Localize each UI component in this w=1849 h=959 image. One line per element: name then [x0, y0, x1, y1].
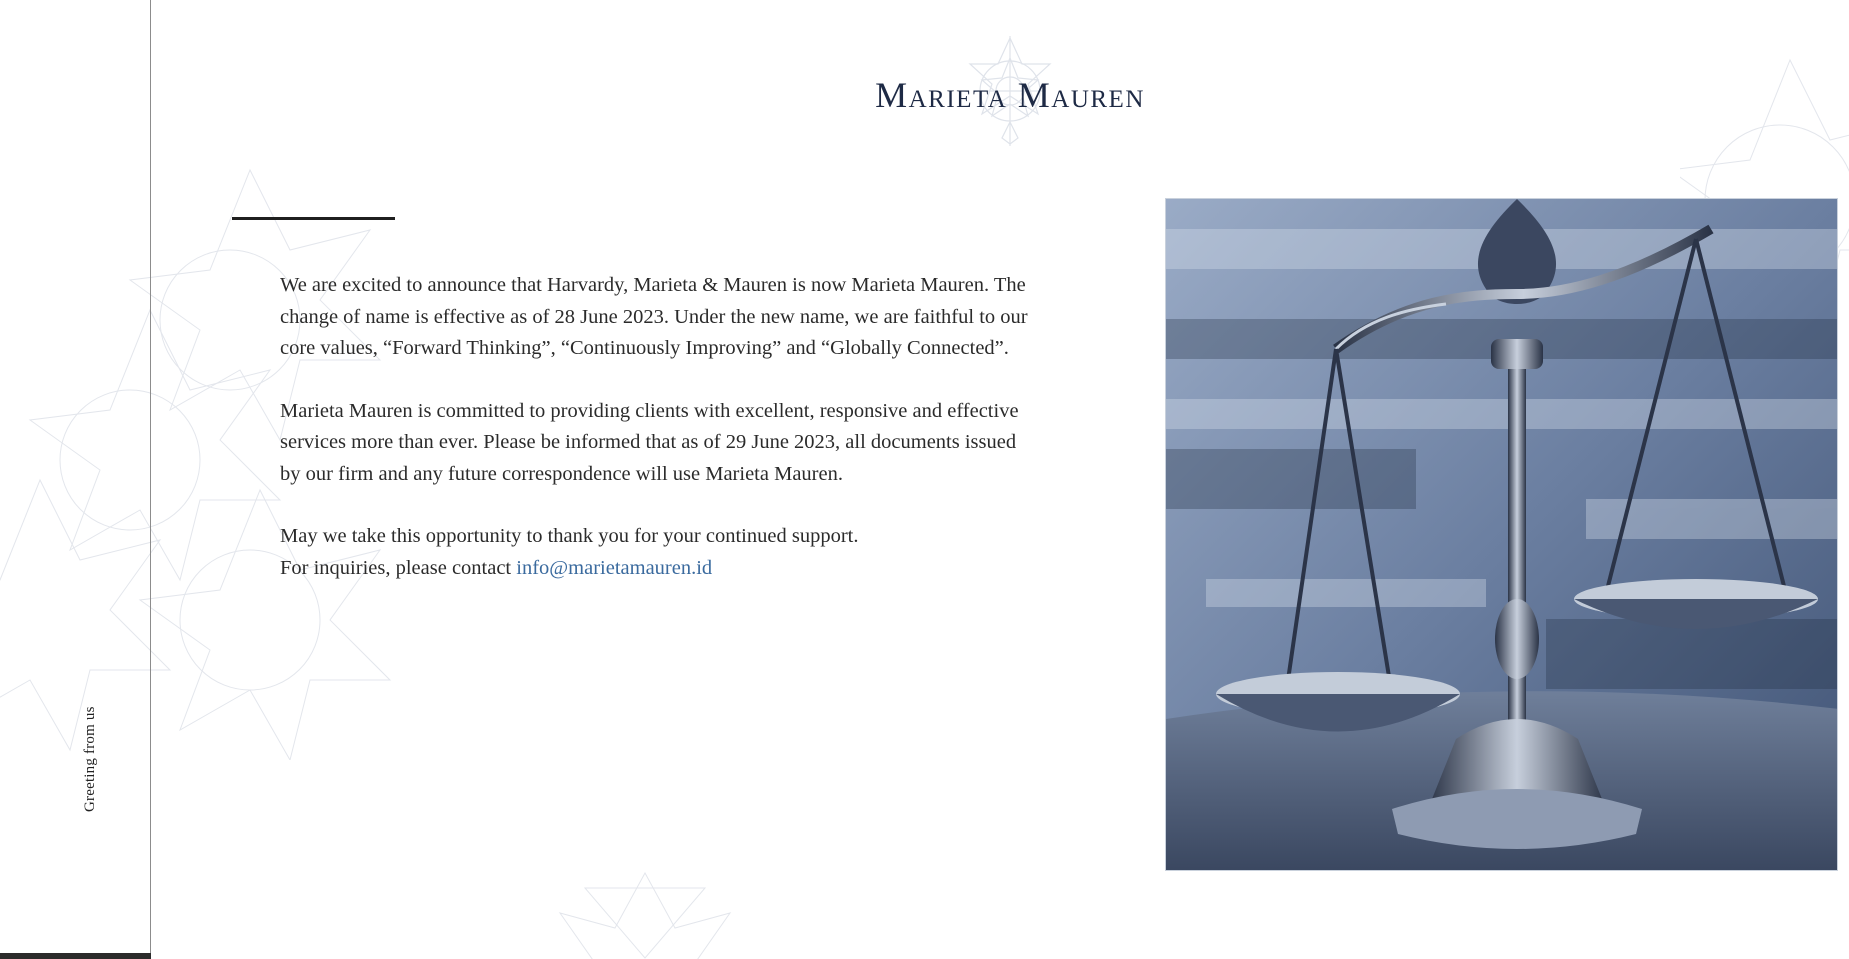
- sidebar-bottom-bar: [0, 953, 151, 959]
- inquiry-line: For inquiries, please contact info@marie…: [280, 553, 1040, 585]
- decorative-pattern-bottom: [555, 868, 735, 959]
- contact-email-link[interactable]: info@marietamauren.id: [516, 557, 712, 579]
- sidebar-label: Greeting from us: [82, 706, 98, 812]
- header: Marieta Mauren: [0, 36, 1849, 146]
- page: Greeting from us Marieta Mauren We are e…: [0, 0, 1849, 959]
- announcement-paragraph: We are excited to announce that Harvardy…: [280, 274, 1028, 359]
- thank-you-text: May we take this opportunity to thank yo…: [280, 525, 859, 547]
- section-divider: [232, 217, 395, 220]
- announcement-body: We are excited to announce that Harvardy…: [280, 270, 1040, 584]
- inquiry-prefix: For inquiries, please contact: [280, 556, 517, 579]
- scales-of-justice-photo: [1165, 198, 1838, 871]
- logo-wordmark[interactable]: Marieta Mauren: [875, 74, 1145, 116]
- announcement-paragraph: Marieta Mauren is committed to providing…: [280, 399, 1019, 485]
